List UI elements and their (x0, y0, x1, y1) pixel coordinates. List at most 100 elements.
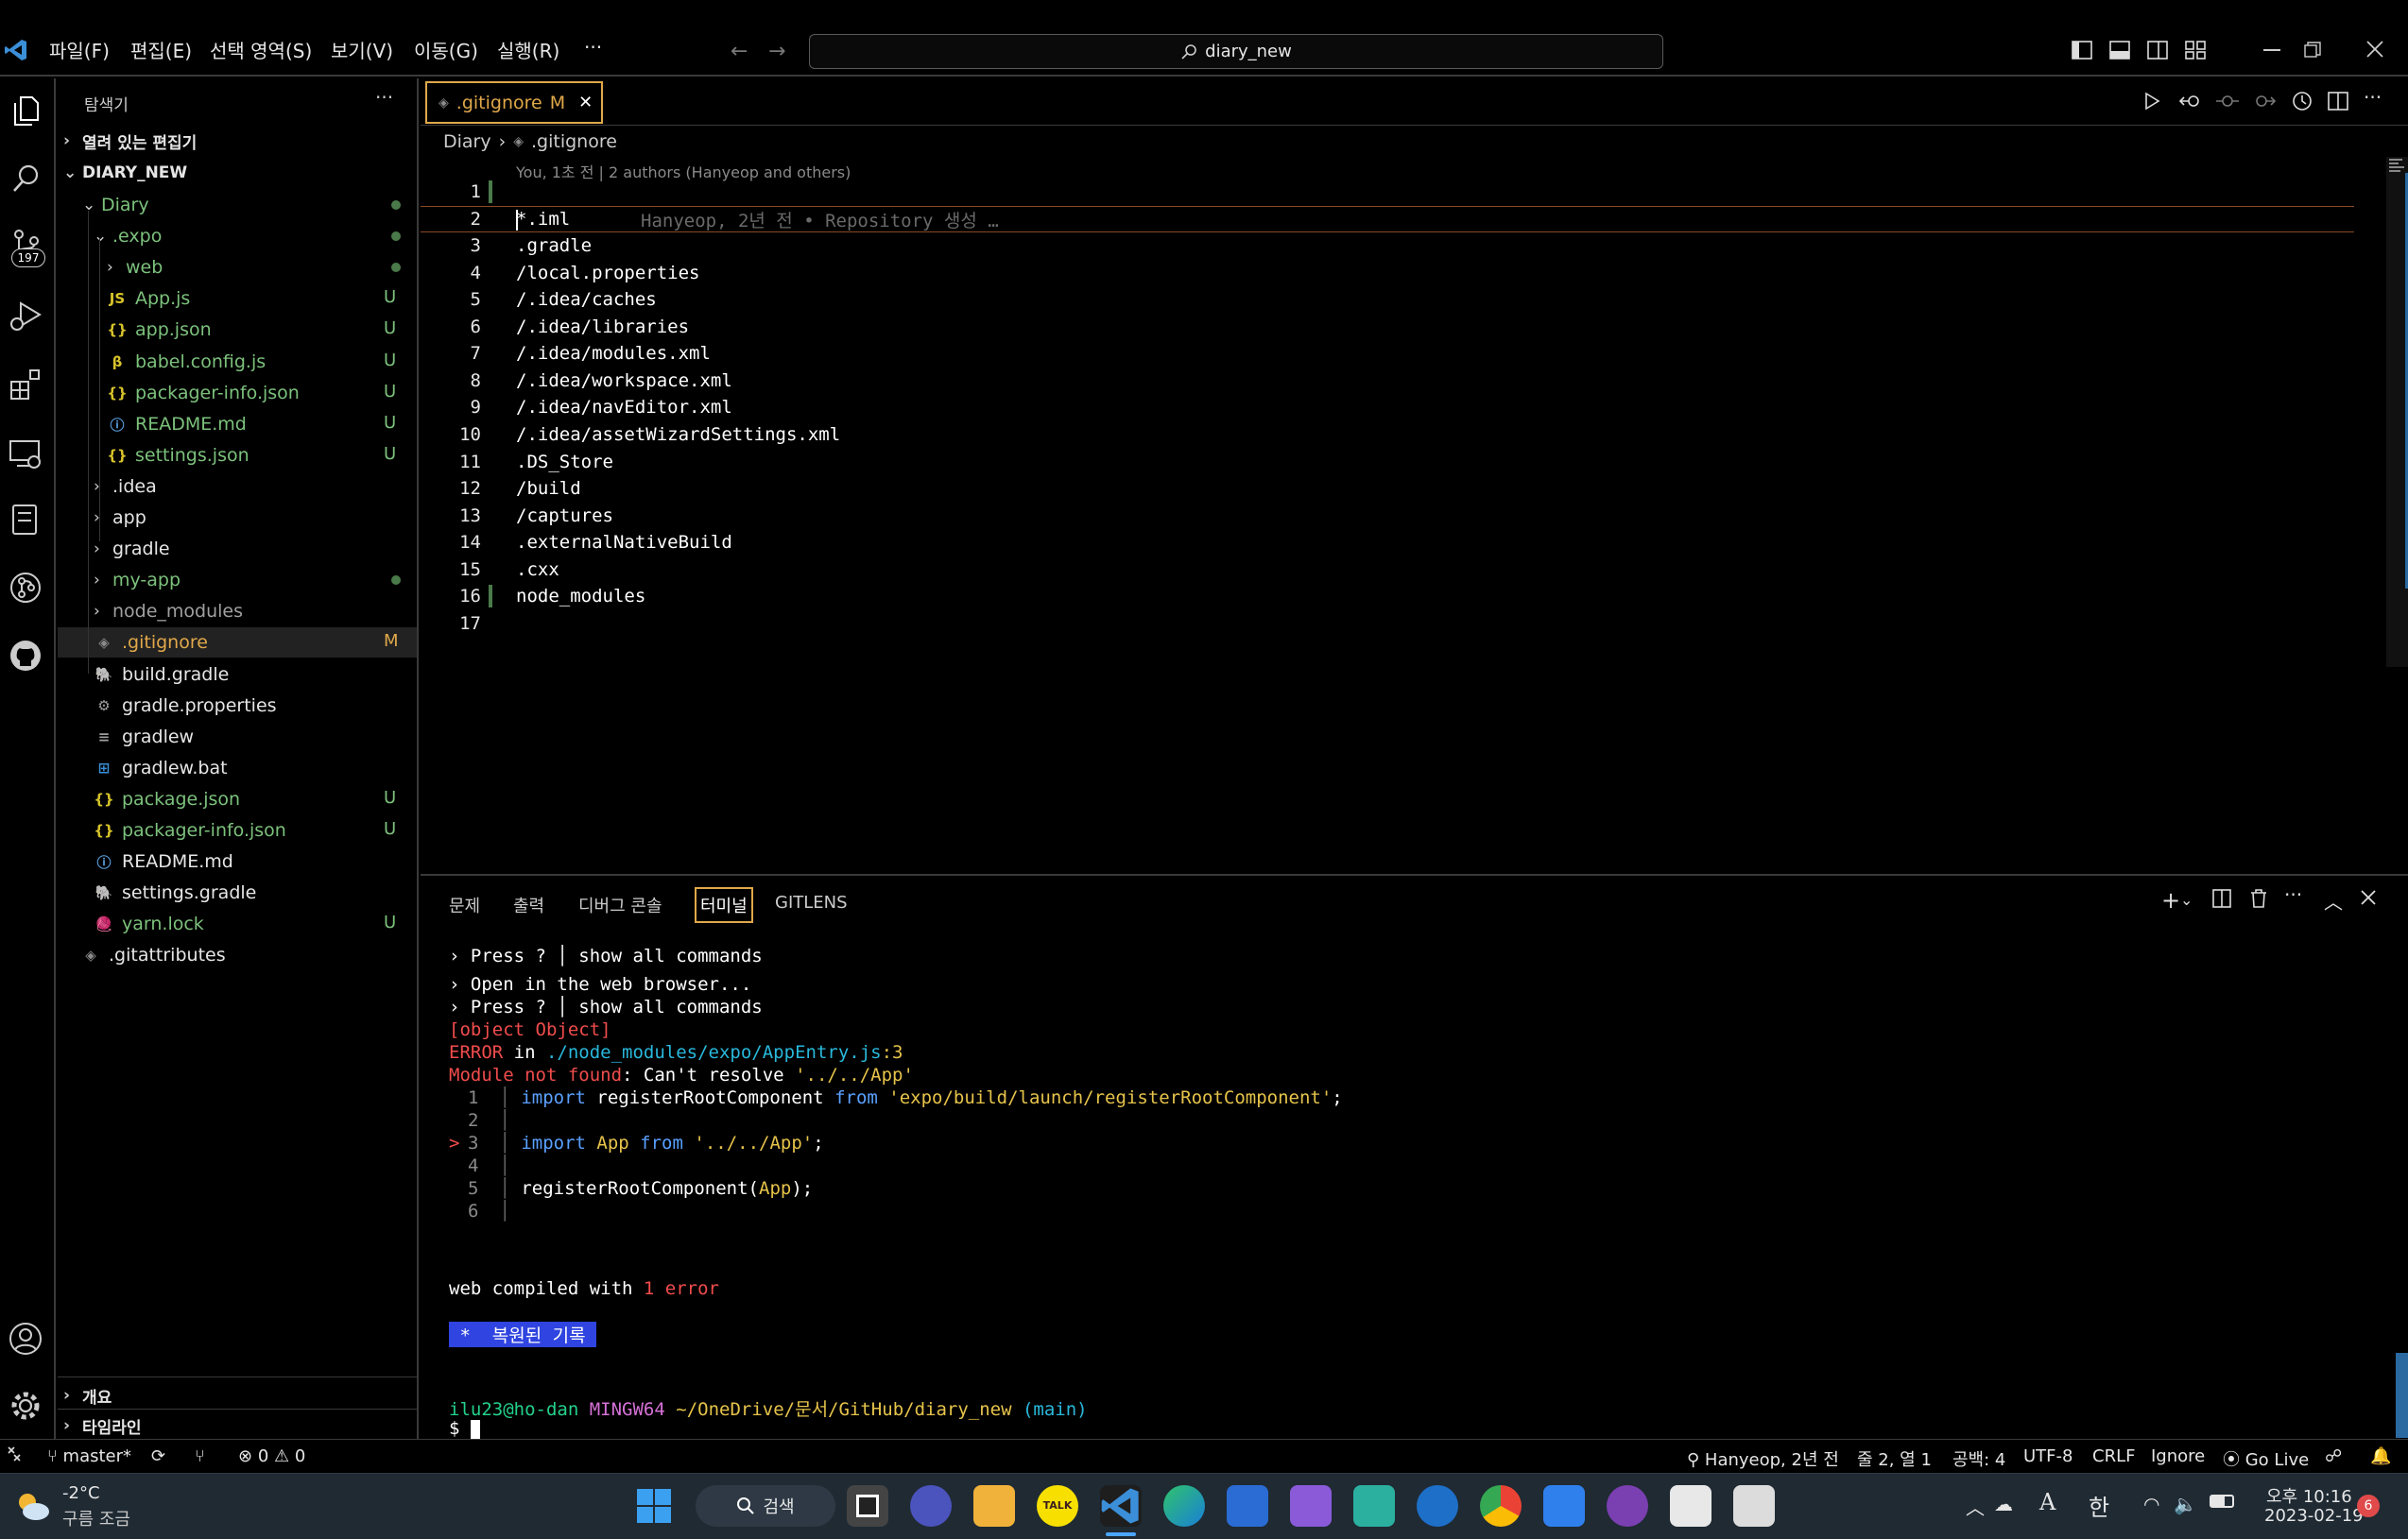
volume-icon[interactable]: 🔈 (2174, 1493, 2197, 1515)
tree-folder[interactable]: › app (94, 503, 146, 533)
restore-icon[interactable] (2304, 42, 2321, 59)
indentation[interactable]: 공백: 4 (1952, 1446, 2005, 1471)
task-view-icon[interactable] (847, 1485, 888, 1527)
command-center-search[interactable]: diary_new (809, 34, 1663, 69)
extensions-icon[interactable] (8, 367, 43, 402)
tree-folder[interactable]: ⌄ .expo (94, 221, 162, 251)
split-terminal-icon[interactable] (2212, 889, 2231, 908)
menu-item[interactable]: 선택 영역(S) (210, 36, 312, 63)
tree-file[interactable]: 🐘 build.gradle (94, 659, 230, 690)
explorer-more-icon[interactable]: ··· (375, 86, 393, 109)
notifications-bell-icon[interactable]: 🔔 (2370, 1446, 2391, 1466)
language-mode[interactable]: Ignore (2151, 1446, 2205, 1466)
run-debug-icon[interactable] (8, 298, 43, 333)
encoding[interactable]: UTF-8 (2023, 1446, 2073, 1466)
ime-indicator[interactable]: 한 (2089, 1489, 2109, 1522)
git-graph-icon[interactable]: ⑂ (195, 1446, 205, 1466)
split-editor-icon[interactable] (2328, 91, 2348, 111)
maximize-panel-icon[interactable]: ︿ (2324, 887, 2343, 915)
tree-file[interactable]: ⚙ gradle.properties (94, 691, 276, 721)
github-desktop-icon[interactable] (1607, 1485, 1648, 1527)
sync-app-icon[interactable] (1353, 1485, 1395, 1527)
tree-file[interactable]: β babel.config.js (107, 347, 267, 377)
tree-folder[interactable]: › .idea (94, 471, 157, 502)
run-icon[interactable] (2142, 92, 2161, 111)
kakaotalk-icon[interactable]: TALK (1037, 1485, 1078, 1527)
docs-icon[interactable] (1543, 1485, 1585, 1527)
github-icon[interactable] (8, 638, 43, 674)
close-panel-icon[interactable] (2360, 889, 2377, 906)
taskbar-search[interactable]: 검색 (696, 1485, 835, 1527)
menu-item[interactable]: 이동(G) (414, 36, 478, 63)
panel-tab[interactable]: 터미널 (695, 887, 753, 923)
tree-file[interactable]: ◈ .gitignore (94, 627, 208, 658)
word-icon[interactable] (1670, 1485, 1711, 1527)
circle-app-icon[interactable] (1417, 1485, 1458, 1527)
teams-chat-icon[interactable] (910, 1485, 952, 1527)
paint-icon[interactable] (1733, 1485, 1775, 1527)
trash-icon[interactable] (2249, 888, 2268, 909)
clock-date[interactable]: 2023-02-19 (2264, 1506, 2364, 1526)
tree-folder[interactable]: › node_modules (94, 596, 243, 626)
tree-file[interactable]: 🐘 settings.gradle (94, 878, 257, 908)
notification-badge[interactable]: 6 (2357, 1495, 2380, 1517)
tree-file[interactable]: {} packager-info.json (94, 815, 286, 846)
line-ending[interactable]: CRLF (2092, 1446, 2135, 1466)
timeline-history-icon[interactable] (2292, 91, 2313, 111)
git-back-icon[interactable] (2178, 92, 2201, 111)
toggle-sidebar-icon[interactable] (2072, 40, 2092, 60)
tree-file[interactable]: {} settings.json (107, 440, 249, 470)
tree-folder[interactable]: › my-app (94, 565, 181, 595)
chrome-icon[interactable] (1480, 1485, 1522, 1527)
minimize-icon[interactable] (2263, 49, 2280, 51)
tree-file[interactable]: {} app.json (107, 315, 211, 345)
store-icon[interactable] (1227, 1485, 1268, 1527)
tray-chevron-icon[interactable]: ︿ (1966, 1493, 1985, 1520)
blame-indicator[interactable]: ⚲ Hanyeop, 2년 전 (1687, 1446, 1839, 1471)
menu-item[interactable]: 파일(F) (49, 36, 110, 63)
tree-folder[interactable]: › web (107, 252, 163, 282)
code-area[interactable]: 1 2 *.iml Hanyeop, 2년 전 • Repository 생성 … 3.… (421, 179, 2408, 745)
problems-indicator[interactable]: ⊗ 0 ⚠ 0 (238, 1446, 305, 1466)
tree-file[interactable]: ⊞ gradlew.bat (94, 753, 228, 783)
toggle-panel-icon[interactable] (2109, 40, 2130, 60)
branch-indicator[interactable]: ⑂ master* (47, 1446, 131, 1466)
weather-icon[interactable] (13, 1489, 51, 1523)
tree-file[interactable]: JS App.js (107, 283, 191, 314)
menu-item[interactable]: 편집(E) (130, 36, 192, 63)
onedrive-icon[interactable]: ☁ (1994, 1493, 2013, 1515)
git-forward-icon[interactable] (2254, 92, 2277, 111)
tree-file[interactable]: ⓘ README.md (107, 409, 246, 439)
tree-file[interactable]: ⓘ README.md (94, 846, 232, 877)
timeline-section[interactable]: › 타임라인 (63, 1411, 142, 1439)
accounts-icon[interactable] (8, 1321, 43, 1357)
clock-time[interactable]: 오후 10:16 (2266, 1483, 2352, 1508)
back-arrow-icon[interactable]: ← (731, 40, 748, 63)
notebook-icon[interactable] (8, 502, 43, 538)
font-icon[interactable]: A (2039, 1489, 2055, 1515)
panel-more-icon[interactable]: ··· (2284, 883, 2302, 906)
outline-section[interactable]: › 개요 (63, 1380, 112, 1411)
menu-item[interactable]: ··· (584, 36, 602, 59)
sync-icon[interactable]: ⟳ (151, 1446, 165, 1466)
remote-explorer-icon[interactable] (8, 436, 43, 471)
remote-indicator-icon[interactable] (6, 1445, 23, 1463)
tree-file[interactable]: ≡ gradlew (94, 722, 194, 752)
search-activity-icon[interactable] (9, 162, 43, 196)
wifi-icon[interactable]: ◠ (2143, 1493, 2159, 1515)
explorer-icon[interactable] (9, 94, 43, 128)
menu-item[interactable]: 보기(V) (331, 36, 393, 63)
tree-file[interactable]: 🧶 yarn.lock (94, 909, 204, 939)
settings-gear-icon[interactable] (8, 1388, 43, 1424)
gitlens-icon[interactable] (8, 570, 43, 606)
toggle-secondary-sidebar-icon[interactable] (2147, 40, 2168, 60)
customize-layout-icon[interactable] (2185, 40, 2206, 60)
edge-icon[interactable] (1163, 1485, 1205, 1527)
tab-gitignore[interactable]: ◈ .gitignore M ✕ (425, 81, 603, 124)
workspace-root[interactable]: ⌄ DIARY_NEW (63, 158, 187, 188)
forward-arrow-icon[interactable]: → (768, 40, 785, 63)
tab-close-icon[interactable]: ✕ (578, 93, 593, 112)
panel-tab[interactable]: 출력 (513, 893, 544, 917)
open-editors-section[interactable]: › 열려 있는 편집기 (63, 126, 197, 156)
new-terminal-icon[interactable]: + (2161, 887, 2180, 914)
